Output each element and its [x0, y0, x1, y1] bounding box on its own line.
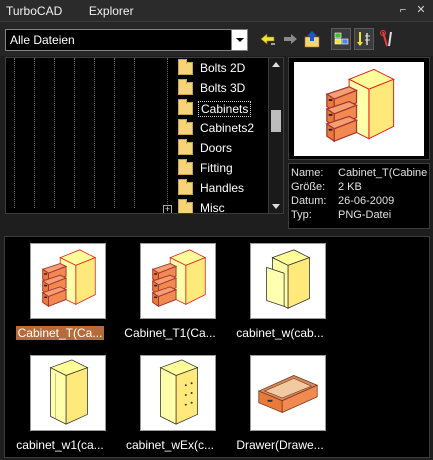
- file-item-cabinet-wex[interactable]: cabinet_wEx(c...: [115, 353, 225, 457]
- cabinet-door-icon: [250, 243, 326, 319]
- tree-item-label: Fitting: [200, 161, 233, 175]
- info-row-type: Typ: PNG-Datei: [289, 209, 429, 222]
- file-item-label: Cabinet_T1(Ca...: [124, 326, 216, 340]
- tree-guide-line: [34, 58, 35, 208]
- folder-icon: [178, 79, 193, 95]
- file-item-cabinet-w1[interactable]: cabinet_w1(ca...: [5, 353, 115, 457]
- tree-item-handles[interactable]: Handles: [176, 179, 276, 199]
- tree-guide-line: [134, 58, 135, 208]
- tree-item-bolts-3d[interactable]: Bolts 3D: [176, 79, 276, 99]
- scroll-up-icon[interactable]: [272, 62, 280, 67]
- toolbar: Alle Dateien: [0, 22, 433, 56]
- tree-item-label: Doors: [200, 141, 233, 155]
- close-icon[interactable]: ✕: [414, 3, 428, 17]
- tree-guide-line: [74, 58, 75, 208]
- file-item-label: cabinet_wEx(c...: [125, 438, 215, 452]
- tree-item-bolts-2d[interactable]: Bolts 2D: [176, 59, 276, 79]
- file-item-label: cabinet_w1(ca...: [16, 438, 104, 452]
- chevron-down-icon[interactable]: [231, 30, 247, 50]
- tree-item-misc[interactable]: Misc: [176, 199, 276, 214]
- file-info-panel: Name: Cabinet_T(Cabine Größe: 2 KB Datum…: [288, 163, 430, 229]
- cabinet-drawers-icon: [140, 243, 216, 319]
- tree-item-fitting[interactable]: Fitting: [176, 159, 276, 179]
- info-value: Cabinet_T(Cabine: [338, 167, 428, 179]
- thumbnail-view-icon[interactable]: [331, 28, 351, 50]
- tree-item-cabinets[interactable]: Cabinets: [176, 99, 276, 119]
- up-folder-icon[interactable]: [302, 28, 322, 50]
- info-value: 26-06-2009: [338, 195, 395, 207]
- folder-icon: [178, 59, 193, 75]
- tree-item-label: Bolts 2D: [200, 61, 246, 75]
- tree-guide-line: [14, 58, 15, 208]
- info-row-date: Datum: 26-06-2009: [289, 195, 429, 208]
- tree-guide-line: [167, 58, 168, 208]
- file-thumbnail-grid[interactable]: Cabinet_T(Ca... Cabinet_T1(Ca... cabinet…: [4, 236, 430, 458]
- info-key: Größe:: [291, 181, 326, 193]
- expand-icon[interactable]: +: [163, 205, 172, 213]
- preview-image: [294, 62, 424, 156]
- folder-icon: [178, 139, 193, 155]
- tree-item-cabinets2[interactable]: Cabinets2: [176, 119, 276, 139]
- tree-item-label: Cabinets2: [200, 121, 255, 135]
- file-item-label: cabinet_w(cab...: [236, 326, 324, 340]
- file-item-cabinet-w[interactable]: cabinet_w(cab...: [225, 241, 335, 345]
- tools-icon[interactable]: [377, 28, 397, 50]
- tree-guide-line: [54, 58, 55, 208]
- info-value: 2 KB: [338, 181, 362, 193]
- folder-icon: [178, 199, 193, 213]
- tree-guide-line: [94, 58, 95, 208]
- title-bar: TurboCAD Explorer ⌐ ✕: [0, 0, 433, 22]
- tree-item-label: Misc: [200, 201, 225, 214]
- info-row-name: Name: Cabinet_T(Cabine: [289, 167, 429, 180]
- drawer-icon: [250, 355, 326, 431]
- tree-item-doors[interactable]: Doors: [176, 139, 276, 159]
- back-arrow-icon[interactable]: [258, 28, 278, 50]
- file-type-filter-value: Alle Dateien: [10, 33, 75, 47]
- file-item-drawer[interactable]: Drawer(Drawe...: [225, 353, 335, 457]
- folder-icon: [178, 99, 193, 115]
- tree-item-label: Handles: [200, 181, 245, 195]
- file-item-label: Drawer(Drawe...: [236, 438, 324, 452]
- tree-item-label: Bolts 3D: [200, 81, 246, 95]
- file-item-cabinet-t1[interactable]: Cabinet_T1(Ca...: [115, 241, 225, 345]
- cabinet-drawers-icon: [30, 243, 106, 319]
- info-row-size: Größe: 2 KB: [289, 181, 429, 194]
- window-title: TurboCAD Explorer: [6, 4, 134, 18]
- pin-icon[interactable]: ⌐: [396, 3, 410, 17]
- tree-scrollbar[interactable]: [268, 58, 283, 213]
- cabinet-tall-icon: [30, 355, 106, 431]
- info-key: Name:: [291, 167, 324, 179]
- folder-icon: [178, 119, 193, 135]
- forward-arrow-icon[interactable]: [280, 28, 300, 50]
- file-item-cabinet-t[interactable]: Cabinet_T(Ca...: [5, 241, 115, 345]
- preview-pane: [288, 57, 430, 160]
- info-key: Typ:: [291, 209, 312, 221]
- file-item-label: Cabinet_T(Ca...: [15, 326, 105, 340]
- tree-item-label: Cabinets: [198, 101, 252, 117]
- sort-icon[interactable]: [354, 28, 374, 50]
- info-value: PNG-Datei: [338, 209, 392, 221]
- file-type-filter[interactable]: Alle Dateien: [5, 29, 248, 51]
- folder-icon: [178, 159, 193, 175]
- folder-icon: [178, 179, 193, 195]
- folder-tree[interactable]: Bolts 2D Bolts 3D Cabinets Cabinets2 Doo…: [5, 57, 284, 214]
- cabinet-tall-dots-icon: [140, 355, 216, 431]
- tree-guide-line: [114, 58, 115, 208]
- scrollbar-thumb[interactable]: [271, 110, 281, 132]
- scroll-down-icon[interactable]: [272, 204, 280, 209]
- info-key: Datum:: [291, 195, 327, 207]
